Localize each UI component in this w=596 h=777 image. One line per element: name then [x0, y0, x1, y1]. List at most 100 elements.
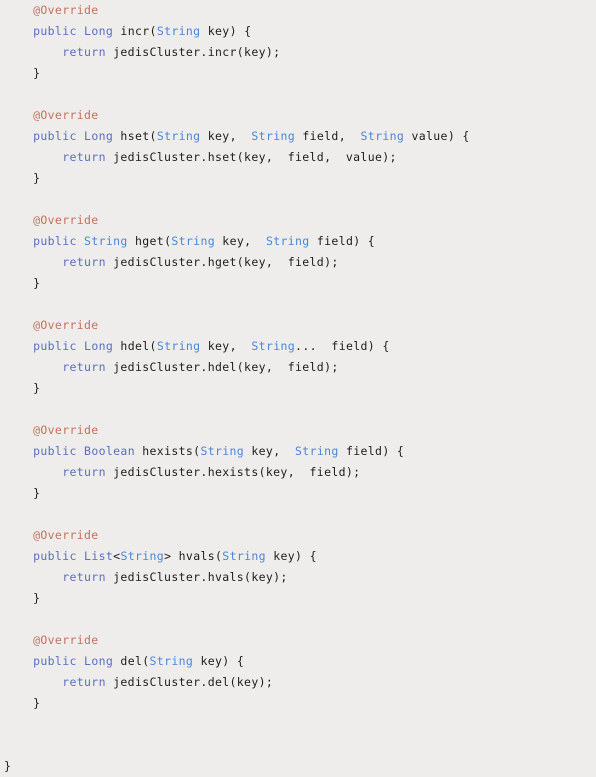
code-token-keyword: Long [84, 24, 114, 38]
code-token-type: String [120, 549, 165, 563]
code-token-keyword: public [33, 234, 77, 248]
code-token-type: String [156, 339, 201, 353]
code-token-plain: hexists( [134, 444, 201, 458]
code-line: return jedisCluster.incr(key); [0, 42, 596, 63]
code-token-keyword: return [62, 150, 106, 164]
code-token-annotation: @Override [33, 108, 99, 122]
code-line: } [0, 693, 596, 714]
code-line: public List<String> hvals(String key) { [0, 546, 596, 567]
code-token-annotation: @Override [33, 318, 99, 332]
code-token-plain: key, [244, 444, 296, 458]
code-token-plain: > hvals( [164, 549, 223, 563]
code-line: @Override [0, 630, 596, 651]
code-token-type: String [171, 234, 216, 248]
code-token-keyword: Long [84, 129, 114, 143]
code-line: @Override [0, 210, 596, 231]
code-token-plain: } [33, 486, 41, 500]
code-line: } [0, 756, 596, 777]
code-token-keyword: public [33, 444, 77, 458]
code-line: } [0, 273, 596, 294]
code-line: return jedisCluster.hset(key, field, val… [0, 147, 596, 168]
code-line: public Long hset(String key, String fiel… [0, 126, 596, 147]
code-token-plain: jedisCluster.hvals(key); [105, 570, 288, 584]
code-line: @Override [0, 420, 596, 441]
code-editor-viewport[interactable]: @Override public Long incr(String key) {… [0, 0, 596, 773]
code-token-plain: jedisCluster.incr(key); [105, 45, 281, 59]
code-token-type: String [156, 24, 201, 38]
code-token-plain: key, [200, 339, 252, 353]
code-token-keyword: return [62, 45, 106, 59]
code-token-type: String [84, 234, 128, 248]
code-token-plain: } [33, 696, 41, 710]
code-token-plain: } [33, 276, 41, 290]
code-line: public Long hdel(String key, String... f… [0, 336, 596, 357]
code-token-plain: hset( [113, 129, 157, 143]
code-token-plain: key, [215, 234, 266, 248]
code-token-keyword: public [33, 549, 77, 563]
code-token-plain: key, [200, 129, 252, 143]
code-line: return jedisCluster.hexists(key, field); [0, 462, 596, 483]
code-token-plain: } [33, 66, 41, 80]
code-token-annotation: @Override [33, 528, 99, 542]
code-line: @Override [0, 0, 596, 21]
code-token-plain: jedisCluster.hexists(key, field); [105, 465, 361, 479]
code-token-type: String [265, 234, 310, 248]
code-line: return jedisCluster.hvals(key); [0, 567, 596, 588]
code-line: } [0, 588, 596, 609]
code-token-keyword: return [62, 255, 106, 269]
code-token-plain: jedisCluster.hget(key, field); [105, 255, 339, 269]
code-line: } [0, 378, 596, 399]
code-token-plain: field, [295, 129, 361, 143]
code-line: } [0, 483, 596, 504]
code-token-keyword: return [62, 360, 106, 374]
code-token-annotation: @Override [33, 3, 99, 17]
code-token-plain: jedisCluster.del(key); [105, 675, 274, 689]
code-token-plain: value) { [404, 129, 470, 143]
code-token-keyword: return [62, 570, 106, 584]
code-token-type: String [149, 654, 194, 668]
code-token-keyword: public [33, 339, 77, 353]
code-token-plain: } [33, 381, 41, 395]
code-token-keyword: Boolean [84, 444, 135, 458]
code-line: public Boolean hexists(String key, Strin… [0, 441, 596, 462]
code-token-keyword: Long [84, 654, 114, 668]
code-token-type: String [251, 129, 296, 143]
code-token-plain: key) { [193, 654, 245, 668]
code-line: @Override [0, 525, 596, 546]
code-token-plain: field) { [309, 234, 376, 248]
code-token-keyword: public [33, 24, 77, 38]
code-token-annotation: @Override [33, 633, 99, 647]
code-line: public String hget(String key, String fi… [0, 231, 596, 252]
code-token-plain: incr( [113, 24, 157, 38]
code-token-annotation: @Override [33, 423, 99, 437]
code-token-type: String [295, 444, 339, 458]
